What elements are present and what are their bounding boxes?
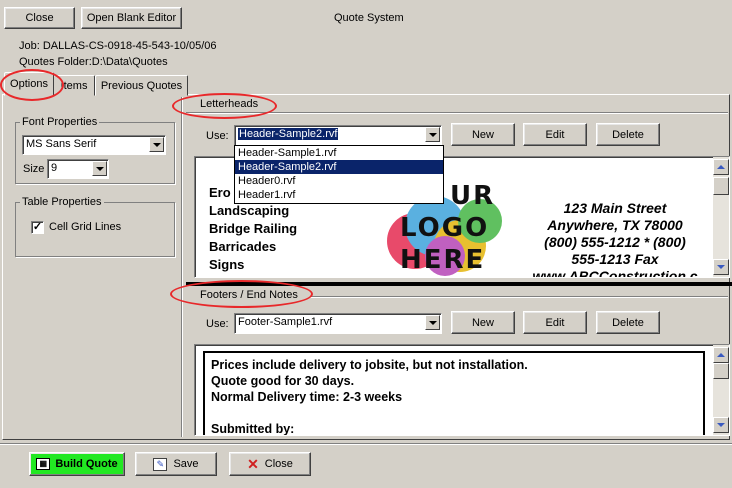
- chevron-down-icon[interactable]: [149, 137, 164, 152]
- close-button-label: Close: [25, 12, 54, 24]
- preview-line: Bridge Railing: [209, 221, 298, 236]
- chevron-down-icon[interactable]: [92, 161, 107, 176]
- bottom-close-button[interactable]: ✕ Close: [229, 452, 311, 476]
- options-annotation: [0, 69, 64, 101]
- quotes-folder-label: Quotes Folder:D:\Data\Quotes: [19, 56, 168, 68]
- logo-text-middle: LOGO: [400, 213, 490, 243]
- letterhead-dropdown-list[interactable]: Header-Sample1.rvf Header-Sample2.rvf He…: [234, 145, 444, 204]
- footer-edit-label: Edit: [545, 316, 565, 329]
- footer-delete-button[interactable]: Delete: [596, 311, 660, 334]
- footer-edit-button[interactable]: Edit: [523, 311, 587, 334]
- letterheads-annotation: [172, 93, 277, 119]
- window-title: Quote System: [334, 12, 404, 24]
- address-block: 123 Main Street Anywhere, TX 78000 (800)…: [525, 200, 705, 278]
- address-line: www.ABCConstruction.c: [532, 268, 698, 278]
- scroll-thumb[interactable]: [713, 177, 729, 195]
- bottom-close-label: Close: [264, 458, 293, 470]
- size-select[interactable]: 9: [47, 159, 109, 179]
- letterhead-delete-button[interactable]: Delete: [596, 123, 660, 146]
- scroll-down-icon[interactable]: [713, 259, 729, 275]
- dropdown-option[interactable]: Header0.rvf: [235, 174, 443, 188]
- chevron-down-icon[interactable]: [425, 315, 440, 330]
- scroll-up-icon[interactable]: [713, 347, 729, 363]
- job-label: Job: DALLAS-CS-0918-45-543-10/05/06: [19, 40, 217, 52]
- save-icon: ✎: [153, 457, 168, 471]
- preview-line: Signs: [209, 257, 245, 272]
- preview-line: Ero: [209, 185, 231, 200]
- footer-line: Quote good for 30 days.: [211, 374, 355, 388]
- build-icon: ▦: [36, 458, 51, 470]
- letterhead-scrollbar[interactable]: [713, 157, 729, 277]
- cell-grid-label: Cell Grid Lines: [49, 221, 122, 233]
- footer-select[interactable]: Footer-Sample1.rvf: [234, 313, 442, 334]
- footer-line: Normal Delivery time: 2-3 weeks: [211, 390, 403, 404]
- preview-line: Barricades: [209, 239, 277, 254]
- dropdown-option-selected[interactable]: Header-Sample2.rvf: [235, 160, 443, 174]
- left-panel-divider: [181, 97, 183, 437]
- save-button[interactable]: ✎ Save: [135, 452, 217, 476]
- bottom-rule: [0, 443, 732, 445]
- footer-select-value: Footer-Sample1.rvf: [238, 316, 333, 328]
- logo-text-top: UR: [450, 181, 496, 211]
- footer-line: Prices include delivery to jobsite, but …: [211, 358, 528, 372]
- font-select[interactable]: MS Sans Serif: [22, 135, 166, 155]
- close-button[interactable]: Close: [4, 7, 75, 29]
- footer-line: [211, 405, 528, 421]
- save-label: Save: [173, 458, 199, 470]
- font-select-value: MS Sans Serif: [26, 138, 97, 150]
- footers-annotation: [170, 280, 313, 308]
- letterhead-use-label: Use:: [206, 130, 229, 142]
- address-line: Anywhere, TX 78000: [547, 217, 683, 233]
- footer-text: Prices include delivery to jobsite, but …: [211, 357, 528, 436]
- letterhead-new-label: New: [471, 128, 494, 141]
- footer-scrollbar[interactable]: [713, 345, 729, 435]
- build-quote-label: Build Quote: [55, 458, 118, 470]
- letterhead-edit-label: Edit: [545, 128, 565, 141]
- tab-items-label: Items: [60, 79, 88, 92]
- size-label: Size: [23, 163, 45, 175]
- size-select-value: 9: [51, 162, 58, 174]
- letterhead-edit-button[interactable]: Edit: [523, 123, 587, 146]
- footers-rule: [310, 296, 728, 298]
- address-line: 555-1213 Fax: [571, 251, 659, 267]
- logo-text-bottom: HERE: [400, 245, 486, 275]
- footer-delete-label: Delete: [612, 316, 644, 329]
- footer-preview[interactable]: Prices include delivery to jobsite, but …: [194, 344, 730, 436]
- preview-line: Landscaping: [209, 203, 290, 218]
- scroll-down-icon[interactable]: [713, 417, 729, 433]
- tab-previous-quotes-label: Previous Quotes: [100, 79, 183, 92]
- open-blank-editor-button[interactable]: Open Blank Editor: [81, 7, 182, 29]
- cell-grid-checkbox[interactable]: ✓: [31, 221, 44, 234]
- letterhead-delete-label: Delete: [612, 128, 644, 141]
- table-properties-title: Table Properties: [20, 196, 104, 208]
- address-line: 123 Main Street: [563, 200, 667, 216]
- scroll-thumb[interactable]: [713, 363, 729, 379]
- letterhead-select-value: Header-Sample2.rvf: [238, 128, 339, 140]
- footer-new-label: New: [471, 316, 494, 329]
- dropdown-option[interactable]: Header1.rvf: [235, 188, 443, 202]
- letterhead-select[interactable]: Header-Sample2.rvf: [234, 125, 442, 146]
- dropdown-option[interactable]: Header-Sample1.rvf: [235, 146, 443, 160]
- letterhead-new-button[interactable]: New: [451, 123, 515, 146]
- footer-line: Submitted by:: [211, 422, 295, 436]
- build-quote-button[interactable]: ▦ Build Quote: [29, 452, 125, 476]
- chevron-down-icon[interactable]: [425, 127, 440, 142]
- font-properties-title: Font Properties: [20, 116, 100, 128]
- tab-previous-quotes[interactable]: Previous Quotes: [95, 75, 188, 96]
- footer-use-label: Use:: [206, 318, 229, 330]
- close-icon: ✕: [247, 455, 259, 472]
- scroll-up-icon[interactable]: [713, 159, 729, 175]
- address-line: (800) 555-1212 * (800): [544, 234, 686, 250]
- open-blank-editor-label: Open Blank Editor: [86, 12, 177, 24]
- footer-new-button[interactable]: New: [451, 311, 515, 334]
